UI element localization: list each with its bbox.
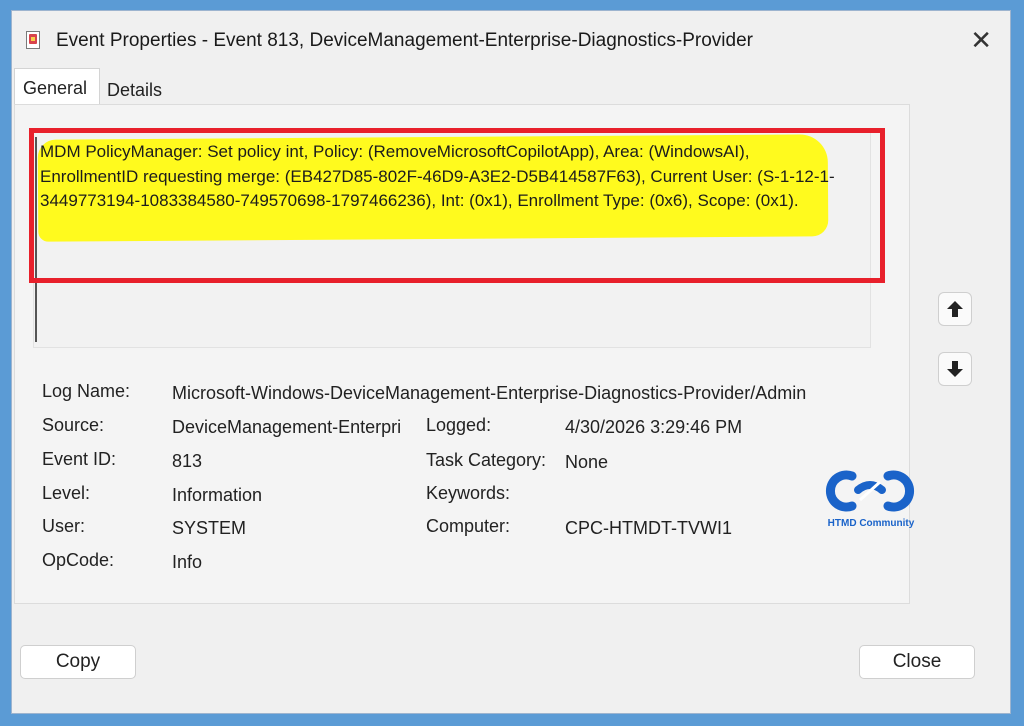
tab-general[interactable]: General: [14, 68, 100, 104]
keywords-label: Keywords:: [426, 483, 511, 503]
computer-label: Computer:: [426, 516, 511, 536]
event-id-label: Event ID:: [42, 449, 117, 469]
arrow-up-icon: [947, 301, 963, 317]
computer-value: CPC-HTMDT-TVWI1: [565, 518, 732, 538]
close-icon[interactable]: ✕: [970, 27, 992, 53]
event-viewer-icon: [26, 31, 40, 49]
user-value: SYSTEM: [172, 518, 247, 538]
user-label: User:: [42, 516, 86, 536]
source-value: DeviceManagement-Enterpri: [172, 417, 402, 437]
logged-value: 4/30/2026 3:29:46 PM: [565, 417, 743, 437]
arrow-down-icon: [947, 361, 963, 377]
level-value: Information: [172, 485, 263, 505]
copy-button[interactable]: Copy: [20, 645, 136, 679]
event-id-value: 813: [172, 451, 203, 471]
task-category-label: Task Category:: [426, 450, 547, 470]
logged-label: Logged:: [426, 415, 492, 435]
log-name-value: Microsoft-Windows-DeviceManagement-Enter…: [172, 383, 807, 403]
source-label: Source:: [42, 415, 105, 435]
title-bar: Event Properties - Event 813, DeviceMana…: [12, 11, 1010, 69]
red-annotation-box: [29, 128, 885, 283]
opcode-label: OpCode:: [42, 550, 115, 570]
level-label: Level:: [42, 483, 91, 503]
previous-event-button[interactable]: [938, 292, 972, 326]
task-category-value: None: [565, 452, 609, 472]
tab-details[interactable]: Details: [107, 80, 162, 101]
log-name-label: Log Name:: [42, 381, 131, 401]
opcode-value: Info: [172, 552, 203, 572]
close-button[interactable]: Close: [859, 645, 975, 679]
watermark-text: HTMD Community: [827, 518, 915, 529]
next-event-button[interactable]: [938, 352, 972, 386]
window-title: Event Properties - Event 813, DeviceMana…: [56, 30, 753, 51]
